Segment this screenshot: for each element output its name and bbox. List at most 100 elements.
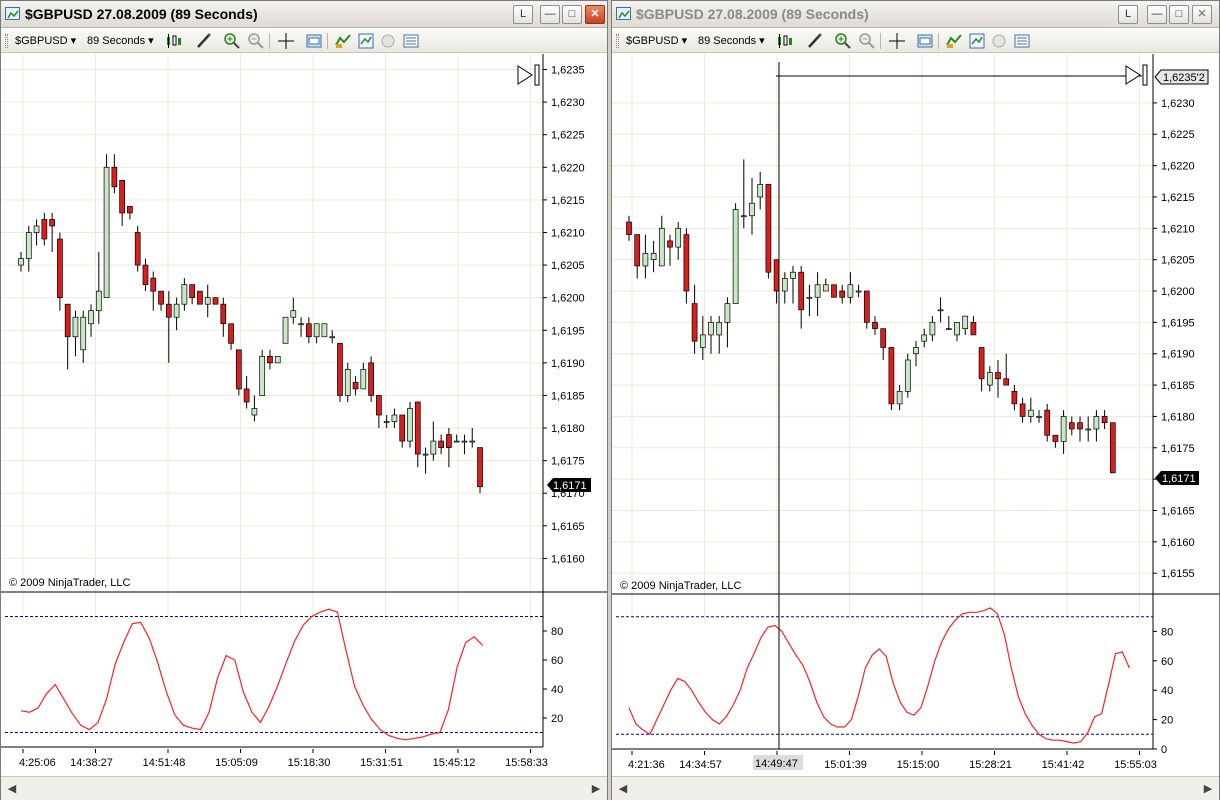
bear-candle: [1109, 422, 1116, 474]
bull-candle: [757, 184, 764, 198]
chart-area[interactable]: 1,6230 1,6225 1,6220 1,6215 1,6210 1,6205 1,62…: [612, 54, 1219, 776]
bull-candle: [407, 408, 413, 442]
close-icon[interactable]: ✕: [585, 5, 605, 24]
drawing-tool-icon[interactable]: [195, 32, 213, 50]
chart-trader-icon[interactable]: [1013, 32, 1031, 50]
crosshair-icon[interactable]: [888, 32, 906, 50]
horizontal-scrollbar[interactable]: ◀ ▶: [1, 776, 607, 800]
bull-candle: [282, 316, 289, 344]
price-tick-label: 1,6210: [551, 227, 585, 239]
bull-candle: [204, 297, 211, 305]
link-button[interactable]: L: [1118, 5, 1138, 24]
time-tick-label: 14:38:27: [70, 757, 113, 769]
crosshair-price-marker: 1,6235'2: [1154, 69, 1209, 85]
drawing-tool-icon[interactable]: [806, 32, 824, 50]
oscillator-tick-label: 20: [1161, 715, 1173, 727]
oscillator-line: [628, 607, 1130, 744]
bear-candle: [158, 290, 164, 305]
bear-candle: [438, 440, 444, 448]
bull-candle: [699, 334, 706, 348]
bull-candle: [1060, 416, 1067, 442]
link-button[interactable]: L: [513, 5, 533, 24]
data-box-icon[interactable]: [379, 32, 397, 50]
period-selector[interactable]: 89 Seconds ▾: [87, 34, 154, 48]
indicators-icon[interactable]: [945, 32, 963, 50]
price-chart[interactable]: 1,6230 1,6225 1,6220 1,6215 1,6210 1,6205 1,62…: [612, 54, 1219, 776]
oscillator-tick-label: 80: [551, 626, 563, 638]
bull-candle: [806, 296, 813, 299]
close-icon[interactable]: ✕: [1192, 5, 1212, 24]
bear-candle: [119, 179, 125, 214]
chart-trader-icon[interactable]: [402, 32, 420, 50]
bull-candle: [453, 440, 460, 443]
bear-candle: [1011, 390, 1018, 405]
crosshair-icon[interactable]: [277, 32, 295, 50]
scroll-to-end-icon[interactable]: [517, 64, 540, 86]
zoom-out-icon[interactable]: [247, 32, 265, 50]
instrument-selector[interactable]: $GBPUSD ▾: [626, 34, 687, 48]
horizontal-scrollbar[interactable]: ◀ ▶: [612, 776, 1219, 800]
data-box-icon[interactable]: [990, 32, 1008, 50]
zoom-in-icon[interactable]: [223, 32, 241, 50]
bull-candle: [181, 284, 188, 305]
zoom-in-icon[interactable]: [834, 32, 852, 50]
price-chart[interactable]: 1,6235 1,6230 1,6225 1,6220 1,6215 1,6210 1,62…: [1, 54, 607, 776]
properties-icon[interactable]: [916, 32, 934, 50]
copyright-label: © 2009 NinjaTrader, LLC: [9, 577, 130, 589]
bear-candle: [880, 328, 887, 348]
maximize-icon[interactable]: □: [562, 5, 582, 24]
toolbar-grip[interactable]: [616, 34, 619, 48]
bull-candle: [781, 278, 788, 292]
bear-candle: [197, 290, 203, 305]
crosshair-time-label: 14:49:47: [755, 758, 798, 770]
scroll-left-icon[interactable]: ◀: [616, 782, 630, 796]
scroll-right-icon[interactable]: ▶: [1201, 782, 1215, 796]
properties-icon[interactable]: [305, 32, 323, 50]
bull-candle: [847, 284, 854, 298]
indicators-icon[interactable]: [334, 32, 352, 50]
bear-candle: [64, 303, 71, 338]
bear-candle: [1044, 409, 1051, 436]
scroll-to-end-icon[interactable]: [1125, 64, 1148, 86]
bear-candle: [165, 303, 172, 318]
title-bar[interactable]: $GBPUSD 27.08.2009 (89 Seconds) L — □ ✕: [612, 1, 1219, 28]
minimize-icon[interactable]: —: [1147, 5, 1167, 24]
scroll-right-icon[interactable]: ▶: [589, 782, 603, 796]
oscillator-tick-label: 40: [551, 684, 563, 696]
bull-candle: [391, 414, 398, 422]
bull-candle: [913, 347, 919, 355]
price-tick-label: 1,6200: [551, 293, 585, 305]
price-tick-label: 1,6185: [551, 390, 585, 402]
bull-candle: [461, 440, 468, 443]
bull-candle: [18, 258, 24, 266]
bar-type-icon[interactable]: [776, 32, 794, 50]
strategies-icon[interactable]: [357, 32, 375, 50]
bull-candle: [937, 309, 944, 312]
bear-candle: [831, 284, 837, 298]
instrument-selector[interactable]: $GBPUSD ▾: [15, 34, 76, 48]
bear-candle: [49, 219, 55, 227]
bull-candle: [962, 315, 969, 329]
period-selector[interactable]: 89 Seconds ▾: [698, 34, 765, 48]
chart-area[interactable]: 1,6235 1,6230 1,6225 1,6220 1,6215 1,6210 1,62…: [1, 54, 607, 776]
zoom-out-icon[interactable]: [858, 32, 876, 50]
scroll-left-icon[interactable]: ◀: [5, 782, 19, 796]
title-bar[interactable]: $GBPUSD 27.08.2009 (89 Seconds) L — □ ✕: [1, 1, 607, 28]
time-tick-label: 14:34:57: [679, 759, 722, 771]
price-tick-label: 1,6185: [1161, 380, 1195, 392]
toolbar-separator: [938, 33, 939, 49]
bar-type-icon[interactable]: [165, 32, 183, 50]
toolbar-grip[interactable]: [5, 34, 8, 48]
time-axis: 4:21:36 14:34:57 15:01:39 15:15:00 15:28:21 1…: [612, 748, 1157, 771]
maximize-icon[interactable]: □: [1169, 5, 1189, 24]
strategies-icon[interactable]: [968, 32, 986, 50]
period-label: 89 Seconds: [87, 35, 146, 47]
bull-candle: [1093, 416, 1100, 430]
toolbar-separator: [880, 33, 881, 49]
time-tick-label: 15:45:12: [433, 757, 476, 769]
bear-candle: [212, 297, 219, 305]
minimize-icon[interactable]: —: [540, 5, 560, 24]
bull-candle: [80, 316, 87, 351]
toolbar-separator: [327, 33, 328, 49]
bull-candle: [173, 303, 180, 318]
